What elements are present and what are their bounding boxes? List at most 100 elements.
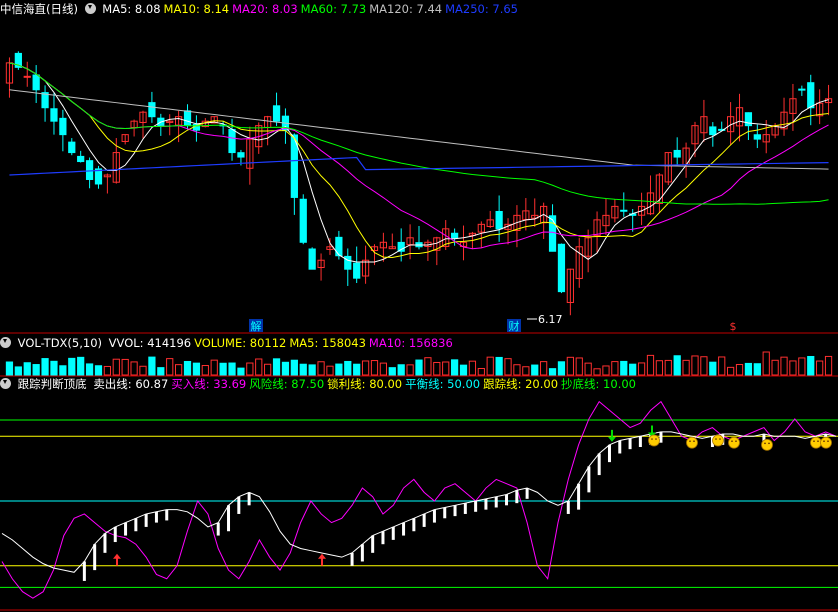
volume-bar [166, 358, 174, 376]
volume-bar [353, 363, 361, 376]
smiley-face-icon [712, 434, 724, 447]
candle-body [709, 126, 717, 136]
smiley-face-icon [648, 434, 660, 447]
volume-bar [228, 362, 236, 376]
candle-body [548, 215, 557, 252]
volume-bar [762, 351, 770, 376]
volume-bar [771, 359, 779, 376]
smiley-face-icon [820, 436, 832, 449]
candle-body [495, 210, 503, 230]
volume-bar [32, 364, 40, 376]
volume-bar [59, 365, 67, 376]
volume-bar [798, 357, 806, 376]
volume-bar [566, 356, 574, 376]
buy-arrow-icon [113, 553, 121, 566]
volume-bar [504, 358, 512, 376]
smiley-eye [764, 442, 766, 445]
volume-bar [5, 361, 14, 376]
ma-line-60 [9, 62, 829, 205]
volume-bar [709, 361, 717, 376]
volume-bar [584, 362, 592, 376]
volume-bar [459, 364, 468, 376]
volume-bar [246, 362, 254, 376]
smiley-eye [715, 438, 717, 440]
candle-body [77, 155, 85, 163]
smiley-eye [719, 438, 721, 440]
volume-bar [611, 361, 619, 376]
smiley-eye [813, 440, 815, 442]
candle-body [450, 232, 459, 239]
volume-bar [540, 361, 548, 376]
candle-body [272, 105, 281, 122]
candle-body [237, 152, 245, 158]
volume-bar [495, 356, 503, 376]
volume-bar [68, 357, 76, 376]
volume-bar [726, 366, 735, 376]
volume-bar [602, 365, 610, 376]
candle-body [50, 108, 58, 122]
buy-line [1, 400, 837, 599]
volume-bar [637, 362, 646, 376]
candle-body [85, 160, 94, 180]
candle-body [673, 149, 681, 158]
candle-body [335, 236, 343, 257]
volume-bar [557, 361, 566, 376]
candle-body [41, 92, 49, 109]
volume-bar [397, 364, 405, 376]
smiley-eye [817, 440, 819, 442]
volume-bar [335, 363, 343, 376]
volume-bar [379, 362, 388, 376]
volume-bar [308, 364, 316, 376]
volume-bar [77, 356, 85, 376]
stock-chart-window: 中信海直(日线) MA5: 8.08 MA10: 8.14 MA20: 8.03 MA… [0, 0, 838, 612]
volume-bar [85, 363, 94, 376]
candle-body [353, 262, 361, 279]
volume-bar [824, 355, 833, 376]
volume-bar [593, 368, 601, 376]
smiley-eye [823, 440, 825, 442]
volume-bar [575, 357, 583, 376]
volume-bar [468, 360, 477, 376]
event-marker: $ [730, 320, 737, 333]
volume-bar [415, 359, 423, 376]
volume-bar [344, 360, 352, 376]
volume-bar [361, 360, 370, 376]
volume-bar [673, 355, 681, 376]
candle-body [807, 82, 815, 109]
chart-canvas[interactable]: 解 财 $6.17 [0, 0, 838, 612]
volume-bar [744, 362, 753, 376]
volume-bar [130, 361, 138, 376]
volume-bar [620, 360, 628, 376]
smiley-face-icon [761, 438, 773, 451]
volume-bar [477, 367, 485, 376]
volume-bar [789, 360, 797, 376]
volume-bar [326, 365, 334, 376]
smiley-eye [735, 440, 737, 442]
candle-body [308, 248, 316, 270]
volume-bar [780, 356, 788, 376]
volume-bar [646, 354, 655, 376]
candle-body [23, 75, 31, 78]
volume-bar [370, 360, 379, 376]
volume-bar [548, 368, 557, 376]
candle-body [228, 128, 236, 154]
volume-bar [424, 357, 432, 376]
smiley-eye [693, 440, 695, 442]
ma-line-120 [9, 89, 829, 170]
event-marker: 解 [251, 319, 262, 333]
volume-bar [700, 356, 708, 376]
volume-bar [682, 359, 690, 376]
buy-arrow-icon [318, 553, 326, 566]
volume-bar [23, 362, 31, 376]
volume-bar [513, 364, 521, 376]
volume-bar [255, 358, 263, 376]
volume-bar [14, 366, 22, 376]
volume-bar [112, 358, 120, 376]
volume-bar [281, 361, 290, 376]
volume-bar [139, 365, 147, 376]
volume-bar [192, 362, 201, 376]
candle-body [744, 112, 753, 127]
smiley-eye [768, 442, 770, 445]
volume-bar [219, 362, 227, 376]
volume-bar [664, 359, 672, 376]
